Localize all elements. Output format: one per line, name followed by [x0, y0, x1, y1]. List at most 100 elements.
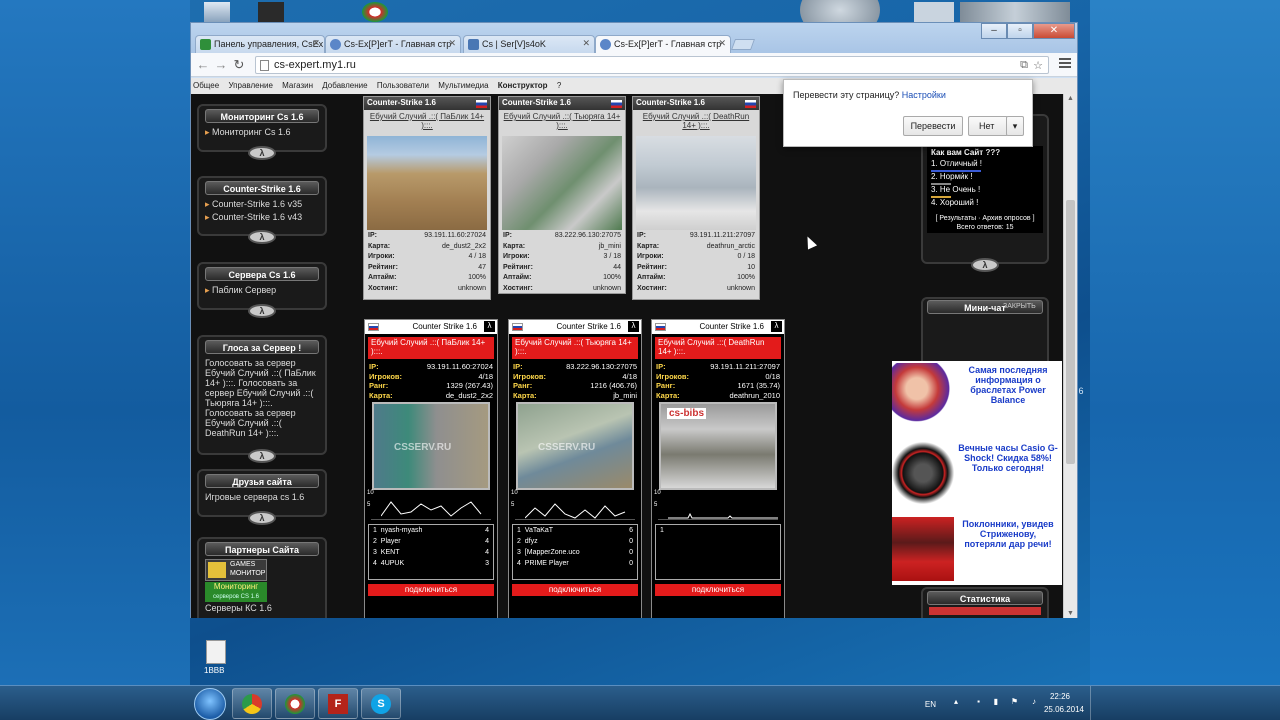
translate-icon[interactable]: ⧉ [1020, 59, 1028, 72]
maximize-button[interactable]: ▫ [1007, 23, 1033, 39]
menu-item-manage[interactable]: Управление [228, 81, 272, 90]
link-public-server[interactable]: Паблик Сервер [212, 285, 276, 295]
chrome-menu-icon[interactable] [1059, 58, 1071, 70]
page-scrollbar[interactable]: ▲ ▼ [1063, 94, 1077, 618]
map-screenshot [367, 136, 487, 230]
menu-item-multimedia[interactable]: Мультимедиа [438, 81, 488, 90]
server-name[interactable]: Ебучий Случий .::( Тьюряга 14+ ):::. [512, 337, 638, 359]
poll-option[interactable]: 3. Не Очень ! [931, 185, 980, 194]
partner-banner[interactable]: Мониторинг серверов CS 1.6 [205, 582, 267, 602]
tab-servs4ok[interactable]: Cs | Ser[V]s4oK ✕ [463, 35, 595, 53]
ad-text: Самая последняя информация о браслетах P… [968, 365, 1048, 405]
bookmark-star-icon[interactable]: ☆ [1033, 59, 1043, 72]
watermark: cs-bibs [667, 408, 707, 419]
server-ip: 83.222.96.130:27075 [566, 362, 637, 371]
vote-links[interactable]: Голосовать за сервер Ебучий Случий .::( … [199, 357, 325, 439]
taskbar-chrome[interactable] [232, 688, 272, 719]
menu-item-constructor[interactable]: Конструктор [498, 81, 548, 90]
translate-settings-link[interactable]: Настройки [902, 90, 946, 100]
show-desktop-button[interactable] [1090, 686, 1100, 720]
poll-option[interactable]: 4. Хороший ! [931, 198, 978, 207]
connect-button[interactable]: подключиться [655, 584, 781, 596]
label-rating: Рейтинг: [368, 263, 398, 271]
server-name-link[interactable]: Ебучий Случий .::( ПаБлик 14+ ):::. [368, 112, 486, 134]
connect-button[interactable]: подключиться [368, 584, 494, 596]
translate-options-dropdown[interactable]: ▾ [1006, 116, 1024, 136]
tab-cs-expert-active[interactable]: Cs-Ex[P]erT - Главная стр ✕ [595, 35, 731, 53]
tray-arrow-icon[interactable]: ▴ [954, 697, 958, 706]
server-name-link[interactable]: Ебучий Случий .::( Тьюряга 14+ ):::. [503, 112, 621, 134]
monitor-card-jail: Counter Strike 1.6 λ Ебучий Случий .::( Т… [508, 319, 642, 618]
file-icon[interactable] [206, 640, 226, 664]
ad-block: Самая последняя информация о браслетах P… [892, 361, 1062, 585]
connect-button[interactable]: подключиться [512, 584, 638, 596]
flag-icon[interactable]: ⚑ [1011, 697, 1018, 706]
ad-item[interactable]: Вечные часы Casio G-Shock! Скидка 58%! Т… [892, 439, 1062, 507]
forward-button[interactable]: → [213, 57, 229, 73]
server-name[interactable]: Ебучий Случий .::( ПаБлик 14+ ):::. [368, 337, 494, 359]
ad-image [892, 441, 954, 505]
server-ip: 93.191.11.60:27024 [426, 362, 493, 371]
server-map: deathrun_2010 [729, 390, 780, 400]
address-bar[interactable]: cs-expert.my1.ru ⧉ ☆ [255, 56, 1049, 74]
tab-control-panel[interactable]: Панель управления, CsEx ✕ [195, 35, 325, 53]
player-score: 0 [629, 538, 633, 545]
taskbar-app[interactable] [275, 688, 315, 719]
tab-close-icon[interactable]: ✕ [718, 38, 726, 49]
menu-item-shop[interactable]: Магазин [282, 81, 313, 90]
translate-button[interactable]: Перевести [903, 116, 963, 136]
menu-item-help[interactable]: ? [557, 81, 561, 90]
tab-close-icon[interactable]: ✕ [448, 38, 456, 49]
poll-links[interactable]: [ Результаты · Архив опросов ] [931, 215, 1039, 222]
no-button[interactable]: Нет [968, 116, 1008, 136]
graph-line [668, 512, 778, 519]
label-uptime: Аптайм: [637, 274, 666, 281]
link-cs-v35[interactable]: Counter-Strike 1.6 v35 [212, 199, 302, 209]
link-monitoring[interactable]: Мониторинг Cs 1.6 [212, 127, 290, 137]
link-cs-v43[interactable]: Counter-Strike 1.6 v43 [212, 212, 302, 222]
reload-button[interactable]: ↻ [231, 57, 247, 73]
taskbar-skype[interactable]: S [361, 688, 401, 719]
server-name-link[interactable]: Ебучий Случий .::( DeathRun 14+ ):::. [637, 112, 755, 134]
widget-title: Статистика [927, 591, 1043, 605]
close-window-button[interactable]: ✕ [1033, 23, 1075, 39]
desktop-icon-monitor[interactable] [258, 2, 284, 22]
tab-cs-expert[interactable]: Cs-Ex[P]erT - Главная стр ✕ [325, 35, 461, 53]
half-life-icon: λ [771, 321, 782, 332]
back-button[interactable]: ← [195, 57, 211, 73]
card-game: Counter-Strike 1.6 [636, 98, 705, 107]
menu-item-add[interactable]: Добавление [322, 81, 367, 90]
start-button[interactable] [194, 688, 226, 720]
taskbar-filezilla[interactable]: F [318, 688, 358, 719]
poll-option[interactable]: 2. Норми́к ! [931, 172, 972, 181]
tray-icon[interactable]: ▪ [977, 697, 980, 706]
clock-time[interactable]: 22:26 [1050, 692, 1070, 701]
menu-item-users[interactable]: Пользователи [377, 81, 429, 90]
clock-date[interactable]: 25.06.2014 [1044, 705, 1084, 714]
scroll-down-icon[interactable]: ▼ [1067, 610, 1074, 617]
minimize-button[interactable]: – [981, 23, 1007, 39]
link-servers-ks[interactable]: Серверы КС 1.6 [199, 602, 325, 614]
language-indicator[interactable]: EN [925, 700, 936, 709]
scroll-up-icon[interactable]: ▲ [1067, 95, 1074, 102]
graph-line [381, 501, 482, 517]
volume-icon[interactable]: ♪ [1032, 697, 1036, 706]
desktop-icon-computer[interactable] [204, 2, 230, 22]
server-name[interactable]: Ебучий Случий .::( DeathRun 14+ ):::. [655, 337, 781, 359]
ad-image [892, 517, 954, 581]
network-icon[interactable]: ▮ [994, 697, 998, 706]
ad-item[interactable]: Поклонники, увидев Стриженову, потеряли … [892, 515, 1062, 583]
poll-option[interactable]: 1. Отличный ! [931, 159, 982, 168]
new-tab-button[interactable] [730, 39, 756, 50]
half-life-icon: λ [628, 321, 639, 332]
scroll-thumb[interactable] [1066, 200, 1075, 464]
tab-close-icon[interactable]: ✕ [312, 38, 320, 49]
close-minichat[interactable]: ЗАКРЫТЬ [1003, 303, 1036, 310]
widget-title: Партнеры Сайта [205, 542, 319, 556]
link-game-servers[interactable]: Игровые сервера cs 1.6 [199, 491, 325, 503]
partner-logo[interactable]: GAMES МОНИТОР [205, 559, 267, 581]
tab-close-icon[interactable]: ✕ [582, 38, 590, 49]
ad-item[interactable]: Самая последняя информация о браслетах P… [892, 361, 1062, 429]
desktop-icon-app[interactable] [362, 2, 388, 22]
menu-item-general[interactable]: Общее [193, 81, 219, 90]
